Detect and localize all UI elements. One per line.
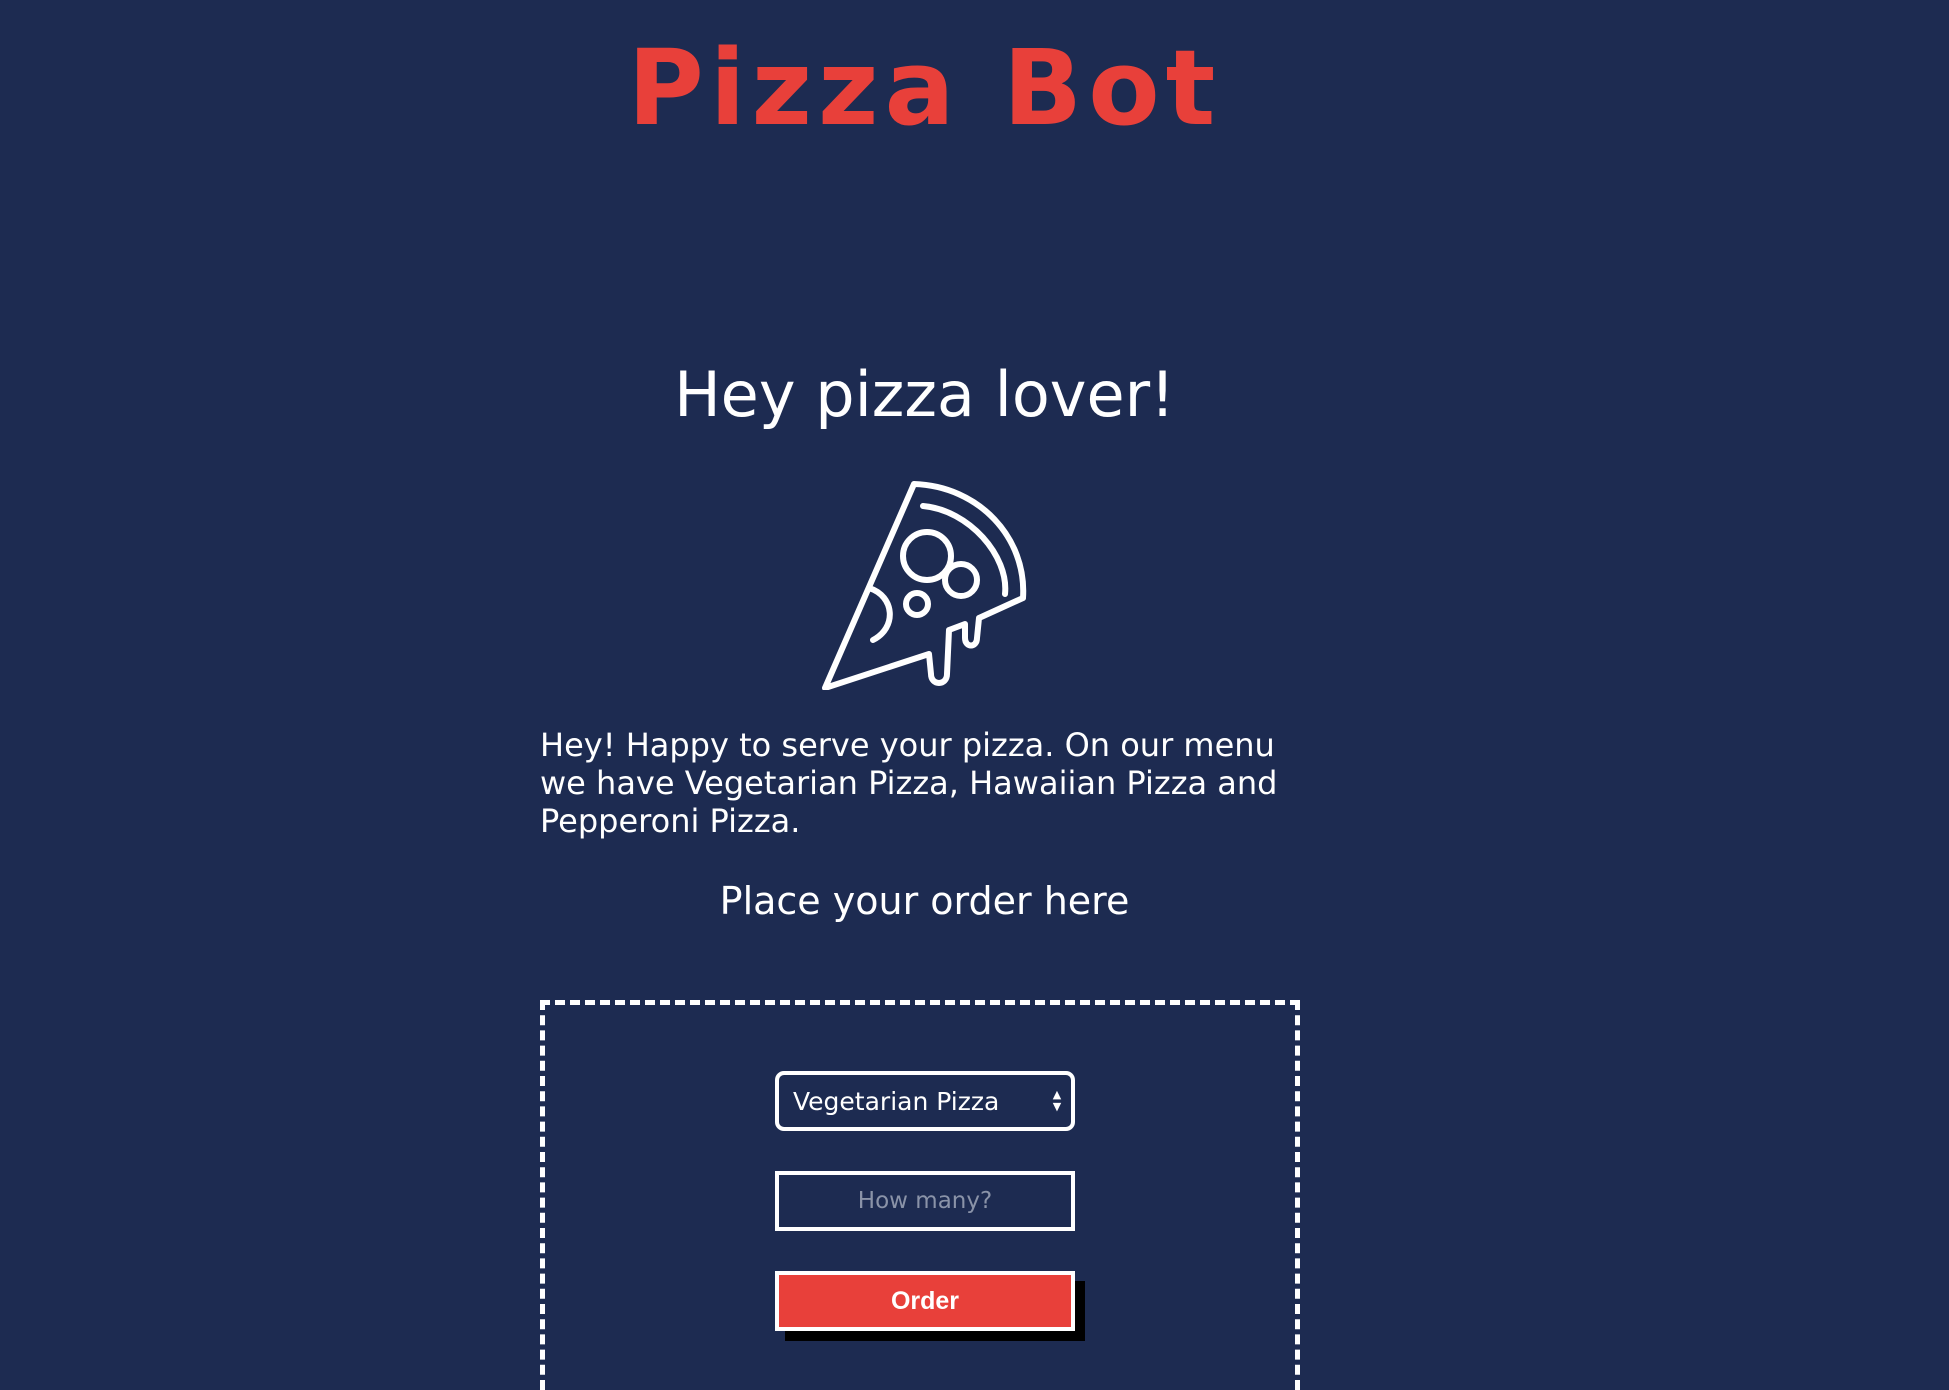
order-button[interactable]: Order [775, 1271, 1075, 1331]
quantity-input[interactable] [775, 1171, 1075, 1231]
page-title: Hey pizza lover! [674, 358, 1175, 431]
order-form: Vegetarian Pizza ▲▼ Order [540, 1000, 1300, 1390]
order-heading: Place your order here [719, 879, 1130, 923]
intro-text: Hey! Happy to serve your pizza. On our m… [540, 726, 1278, 840]
logo: Pizza Bot [627, 27, 1222, 149]
pizza-select-value: Vegetarian Pizza [793, 1086, 1000, 1116]
pizza-slice-icon [822, 481, 1027, 690]
pizza-select[interactable]: Vegetarian Pizza ▲ ▼ [775, 1071, 1075, 1131]
up-down-arrows-icon: ▲ ▼ [1052, 1088, 1062, 1113]
